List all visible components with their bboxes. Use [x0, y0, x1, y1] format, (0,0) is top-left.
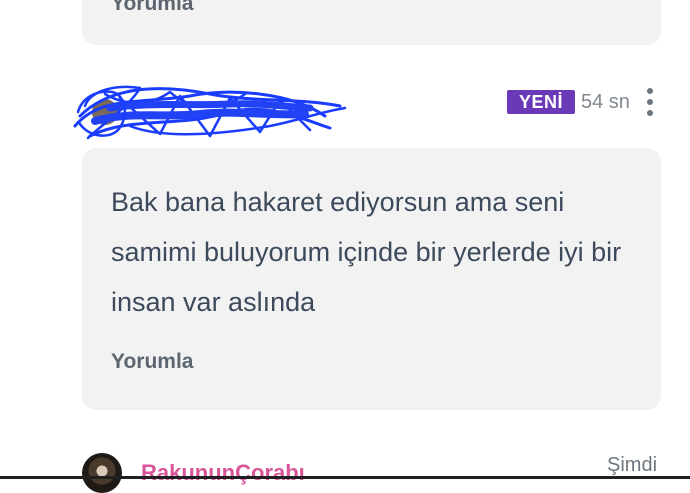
- reply-link[interactable]: Yorumla: [111, 350, 193, 374]
- menu-dot: [647, 99, 653, 105]
- comment-card: Bak bana hakaret ediyorsun ama seni sami…: [82, 148, 661, 410]
- comment-text: Bak bana hakaret ediyorsun ama seni sami…: [111, 187, 622, 317]
- previous-comment-card: Yorumla: [82, 0, 661, 45]
- next-comment-username[interactable]: RakununÇorabı: [141, 460, 305, 486]
- menu-dot: [647, 88, 653, 94]
- comment-header: YENİ 54 sn: [0, 70, 690, 140]
- more-vert-icon[interactable]: [640, 88, 660, 116]
- comment-timestamp: 54 sn: [581, 91, 630, 113]
- avatar[interactable]: [82, 453, 122, 493]
- menu-dot: [647, 110, 653, 116]
- next-comment-timestamp: Şimdi: [607, 454, 658, 476]
- reply-link[interactable]: Yorumla: [111, 0, 193, 16]
- new-badge: YENİ: [507, 90, 575, 114]
- redacted-username-scribble: [73, 85, 347, 140]
